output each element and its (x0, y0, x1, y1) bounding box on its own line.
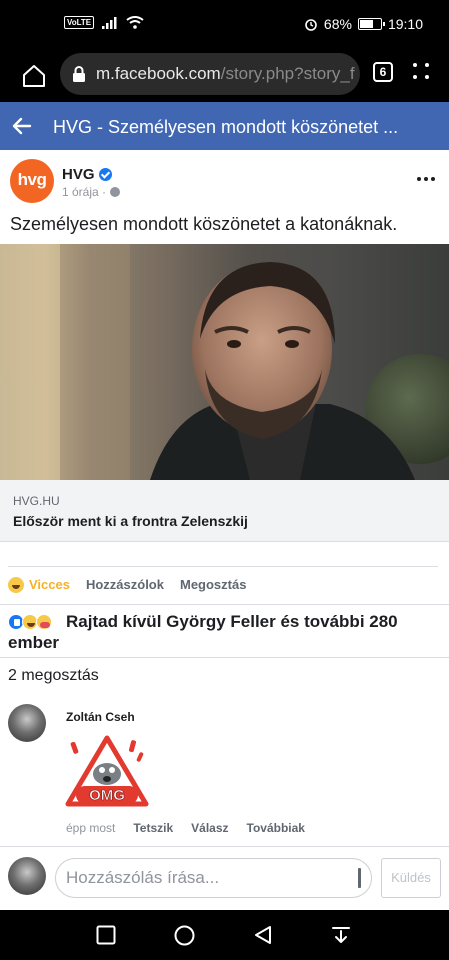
text-cursor (358, 868, 361, 888)
tab-switcher-button[interactable]: 6 (373, 62, 393, 82)
haha-reaction-icon (8, 576, 24, 593)
notification-pull-icon[interactable] (331, 925, 351, 945)
reactions-summary[interactable]: Rajtad kívül György Feller és további 28… (0, 604, 449, 658)
comment-more-button[interactable]: Továbbiak (247, 821, 305, 835)
post-text: Személyesen mondott köszönetet a katonák… (10, 214, 398, 234)
clock: 19:10 (387, 16, 423, 32)
volte-badge: VoLTE (64, 16, 95, 29)
system-nav-bar (0, 910, 449, 960)
post-timestamp[interactable]: 1 órája · (62, 185, 121, 199)
comment-input[interactable]: Hozzászólás írása... (55, 858, 372, 898)
page-name-label: HVG (62, 166, 95, 183)
home-icon[interactable] (20, 62, 48, 90)
page-name[interactable]: HVG (62, 166, 112, 183)
comment-like-button[interactable]: Tetszik (133, 821, 173, 835)
commenter-name[interactable]: Zoltán Cseh (66, 710, 135, 724)
comment-composer: Hozzászólás írása... Küldés (0, 846, 449, 910)
back-nav-icon[interactable] (253, 925, 273, 945)
reaction-button[interactable]: Vicces (8, 576, 70, 593)
home-nav-icon[interactable] (174, 925, 195, 946)
alarm-icon (305, 19, 317, 31)
comment-meta: épp most Tetszik Válasz Továbbiak (66, 821, 305, 835)
sticker-text: OMG (89, 787, 125, 804)
reaction-label: Vicces (29, 577, 70, 592)
post-header: hvg HVG 1 órája · (0, 150, 449, 212)
lock-icon (73, 66, 85, 82)
reactions-text: Rajtad kívül György Feller és további 28… (8, 612, 398, 652)
overflow-menu-icon[interactable] (413, 63, 431, 81)
browser-toolbar: m.facebook.com/story.php?story_f 6 (0, 50, 449, 102)
share-button[interactable]: Megosztás (180, 577, 246, 592)
url-text: m.facebook.com/story.php?story_f (96, 64, 355, 84)
page-avatar[interactable]: hvg (10, 159, 54, 203)
recents-icon[interactable] (96, 925, 116, 945)
comment-reply-button[interactable]: Válasz (191, 821, 228, 835)
comment-input-placeholder: Hozzászólás írása... (66, 868, 220, 887)
send-button[interactable]: Küldés (381, 858, 441, 898)
back-arrow-icon[interactable] (10, 114, 34, 138)
link-title: Először ment ki a frontra Zelenszkij (13, 513, 248, 529)
battery-percent: 68% (323, 16, 352, 32)
globe-icon (110, 187, 121, 197)
url-path: /story.php?story_f (220, 64, 355, 83)
shares-count[interactable]: 2 megosztás (8, 667, 99, 685)
signal-icon (102, 16, 117, 29)
link-preview-image[interactable] (0, 244, 449, 480)
link-preview-caption[interactable]: HVG.HU Először ment ki a frontra Zelensz… (0, 480, 449, 542)
link-domain: HVG.HU (13, 494, 60, 508)
commenter-avatar[interactable] (8, 704, 46, 742)
portrait-photo (0, 244, 449, 480)
more-options-icon[interactable] (417, 177, 435, 181)
wifi-icon (126, 16, 144, 29)
status-bar: VoLTE 68% 19:10 (0, 0, 449, 50)
comment-button[interactable]: Hozzászólok (86, 577, 164, 592)
post-actions: Vicces Hozzászólok Megosztás (8, 566, 438, 602)
url-host: m.facebook.com (96, 64, 221, 83)
page-title: HVG - Személyesen mondott köszönetet ... (53, 117, 399, 137)
comment-time: épp most (66, 821, 116, 835)
user-avatar (8, 857, 46, 895)
verified-badge-icon (98, 168, 112, 181)
page-header: HVG - Személyesen mondott köszönetet ... (0, 102, 449, 150)
battery-icon (357, 18, 385, 30)
url-bar[interactable]: m.facebook.com/story.php?story_f (60, 53, 360, 95)
omg-sticker: OMG (65, 735, 149, 807)
post-time-label: 1 órája · (62, 185, 107, 199)
